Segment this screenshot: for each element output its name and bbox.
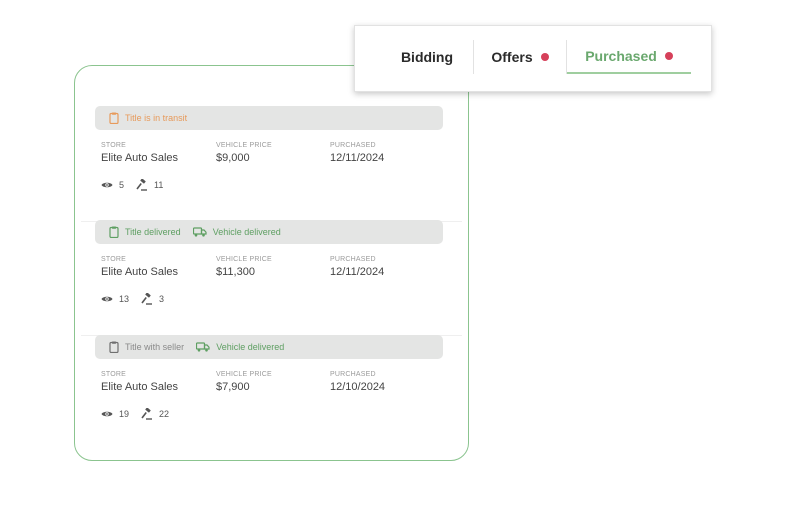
status-bar: Title delivered Vehicle delivered: [95, 220, 443, 244]
price-column: VEHICLE PRICE $9,000: [216, 142, 272, 164]
bids-count: 11: [154, 180, 164, 190]
store-value: Elite Auto Sales: [101, 381, 179, 393]
status-text: Vehicle delivered: [216, 342, 285, 352]
tab-purchased[interactable]: Purchased: [567, 40, 691, 74]
status-title: Title delivered: [109, 226, 181, 238]
gavel-icon: [141, 293, 153, 305]
status-title: Title with seller: [109, 341, 184, 353]
purchased-column: PURCHASED 12/11/2024: [330, 256, 384, 278]
views-stat: 5: [101, 180, 124, 190]
listing-row[interactable]: Title delivered Vehicle delivered STORE …: [81, 220, 462, 336]
eye-icon: [101, 182, 113, 188]
price-column: VEHICLE PRICE $11,300: [216, 256, 272, 278]
eye-icon: [101, 411, 113, 417]
notification-dot: [540, 53, 549, 61]
views-stat: 19: [101, 409, 129, 419]
truck-icon: [196, 342, 210, 352]
bids-stat: 3: [141, 293, 164, 305]
store-column: STORE Elite Auto Sales: [101, 371, 178, 393]
bids-stat: 11: [136, 179, 163, 191]
price-column: VEHICLE PRICE $7,900: [216, 371, 272, 393]
views-count: 5: [119, 180, 125, 190]
price-label: VEHICLE PRICE: [216, 371, 272, 378]
clipboard-icon: [109, 226, 119, 238]
status-text: Vehicle delivered: [212, 227, 281, 237]
store-value: Elite Auto Sales: [101, 152, 179, 164]
bids-count: 22: [159, 409, 170, 419]
views-stat: 13: [101, 294, 129, 304]
gavel-icon: [136, 179, 148, 191]
status-vehicle: Vehicle delivered: [192, 227, 281, 237]
eye-icon: [101, 296, 113, 302]
listing-stats: 5 11: [101, 179, 175, 191]
purchased-label: PURCHASED: [330, 371, 376, 378]
purchased-label: PURCHASED: [330, 256, 376, 263]
status-title: Title is in transit: [109, 112, 187, 124]
purchased-value: 12/11/2024: [330, 152, 385, 164]
price-value: $9,000: [216, 152, 250, 164]
store-label: STORE: [101, 142, 126, 149]
tab-offers[interactable]: Offers: [474, 40, 566, 74]
store-label: STORE: [101, 371, 126, 378]
listing-row[interactable]: Title with seller Vehicle delivered STOR…: [81, 335, 462, 450]
status-bar: Title with seller Vehicle delivered: [95, 335, 443, 359]
store-column: STORE Elite Auto Sales: [101, 142, 178, 164]
truck-icon: [192, 227, 207, 237]
views-count: 19: [119, 409, 130, 419]
purchased-value: 12/11/2024: [330, 266, 385, 278]
store-label: STORE: [101, 256, 126, 263]
purchased-column: PURCHASED 12/10/2024: [330, 371, 385, 393]
store-value: Elite Auto Sales: [101, 266, 179, 278]
purchased-label: PURCHASED: [330, 142, 376, 149]
bids-count: 3: [159, 294, 165, 304]
purchased-column: PURCHASED 12/11/2024: [330, 142, 384, 164]
price-label: VEHICLE PRICE: [216, 256, 272, 263]
clipboard-icon: [109, 112, 119, 124]
price-label: VEHICLE PRICE: [216, 142, 272, 149]
status-bar: Title is in transit: [95, 106, 443, 130]
tab-bidding[interactable]: Bidding: [381, 40, 473, 74]
status-vehicle: Vehicle delivered: [196, 342, 284, 352]
store-column: STORE Elite Auto Sales: [101, 256, 178, 278]
clipboard-icon: [109, 341, 119, 353]
notification-dot: [664, 52, 673, 60]
purchased-list-card: Title is in transit STORE Elite Auto Sal…: [74, 65, 469, 461]
tab-label: Purchased: [585, 48, 657, 64]
bids-stat: 22: [141, 408, 169, 420]
listing-stats: 19 22: [101, 408, 181, 420]
tabs-panel: Bidding Offers Purchased: [354, 25, 712, 92]
gavel-icon: [141, 408, 153, 420]
status-text: Title with seller: [125, 342, 185, 352]
tab-label: Bidding: [400, 49, 454, 65]
price-value: $7,900: [216, 381, 250, 393]
purchased-value: 12/10/2024: [330, 381, 386, 393]
listing-stats: 13 3: [101, 293, 176, 305]
listing-row[interactable]: Title is in transit STORE Elite Auto Sal…: [81, 106, 462, 222]
status-text: Title is in transit: [125, 113, 188, 123]
status-text: Title delivered: [125, 227, 181, 237]
tab-label: Offers: [491, 49, 533, 65]
views-count: 13: [119, 294, 130, 304]
price-value: $11,300: [216, 266, 255, 278]
